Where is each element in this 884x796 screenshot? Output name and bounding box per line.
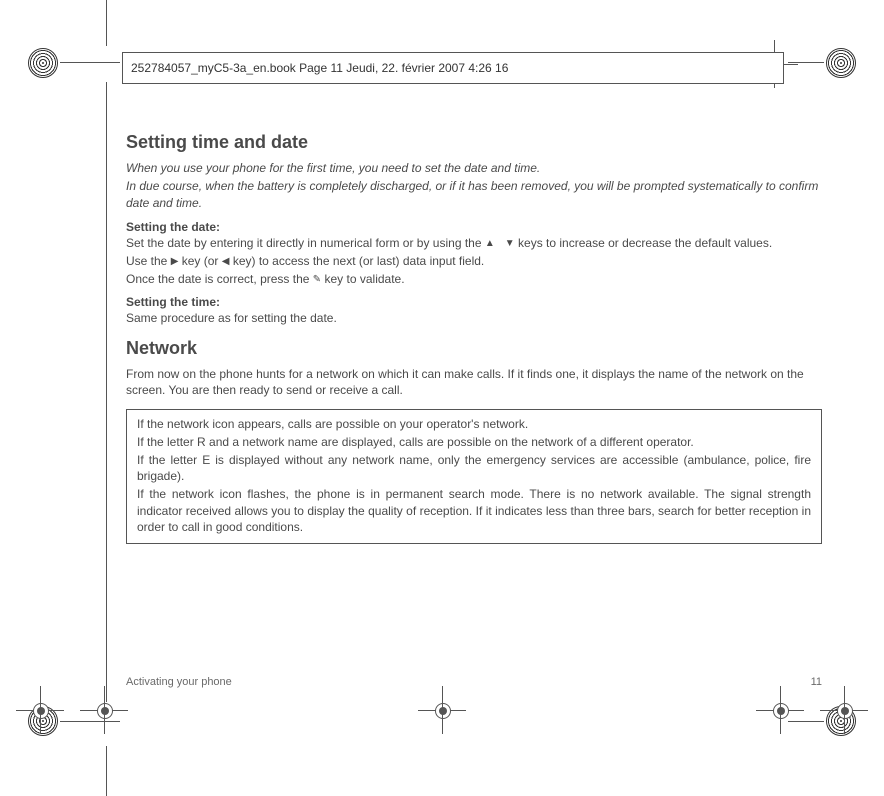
info-box: If the network icon appears, calls are p… bbox=[126, 409, 822, 544]
crosshair-icon bbox=[756, 686, 804, 734]
crosshair-icon bbox=[820, 686, 868, 734]
register-mark-icon bbox=[28, 48, 58, 78]
body-line: Once the date is correct, press the ✎ ke… bbox=[126, 271, 822, 287]
footer-page-number: 11 bbox=[811, 676, 822, 688]
intro-paragraph: When you use your phone for the first ti… bbox=[126, 160, 822, 211]
heading-network: Network bbox=[126, 336, 822, 360]
subheading-setting-time: Setting the time: bbox=[126, 294, 822, 310]
heading-setting-time-date: Setting time and date bbox=[126, 130, 822, 154]
page-footer: Activating your phone 11 bbox=[126, 676, 822, 688]
info-line: If the letter R and a network name are d… bbox=[137, 434, 811, 450]
down-arrow-icon: ▼ bbox=[505, 239, 515, 249]
crop-line bbox=[60, 62, 120, 63]
intro-line: In due course, when the battery is compl… bbox=[126, 178, 822, 210]
info-line: If the network icon appears, calls are p… bbox=[137, 416, 811, 432]
register-mark-icon bbox=[826, 48, 856, 78]
info-line: If the letter E is displayed without any… bbox=[137, 452, 811, 484]
crop-line bbox=[106, 82, 107, 702]
footer-section: Activating your phone bbox=[126, 676, 232, 688]
info-line: If the network icon flashes, the phone i… bbox=[137, 486, 811, 535]
page-header-box: 252784057_myC5-3a_en.book Page 11 Jeudi,… bbox=[122, 52, 784, 84]
body-line: Use the ▶ key (or ◀ key) to access the n… bbox=[126, 253, 822, 269]
crosshair-icon bbox=[16, 686, 64, 734]
page-content: Setting time and date When you use your … bbox=[126, 130, 822, 544]
intro-line: When you use your phone for the first ti… bbox=[126, 160, 822, 176]
crosshair-icon bbox=[418, 686, 466, 734]
crosshair-icon bbox=[80, 686, 128, 734]
ok-key-icon: ✎ bbox=[313, 275, 321, 285]
right-arrow-icon: ▶ bbox=[171, 257, 179, 267]
crop-line bbox=[106, 0, 107, 46]
page-header-text: 252784057_myC5-3a_en.book Page 11 Jeudi,… bbox=[131, 61, 508, 75]
body-line: From now on the phone hunts for a networ… bbox=[126, 366, 822, 398]
left-arrow-icon: ◀ bbox=[222, 257, 230, 267]
up-arrow-icon: ▲ bbox=[485, 239, 495, 249]
subheading-setting-date: Setting the date: bbox=[126, 219, 822, 235]
crop-line bbox=[106, 746, 107, 796]
body-line: Same procedure as for setting the date. bbox=[126, 310, 822, 326]
body-line: Set the date by entering it directly in … bbox=[126, 235, 822, 251]
